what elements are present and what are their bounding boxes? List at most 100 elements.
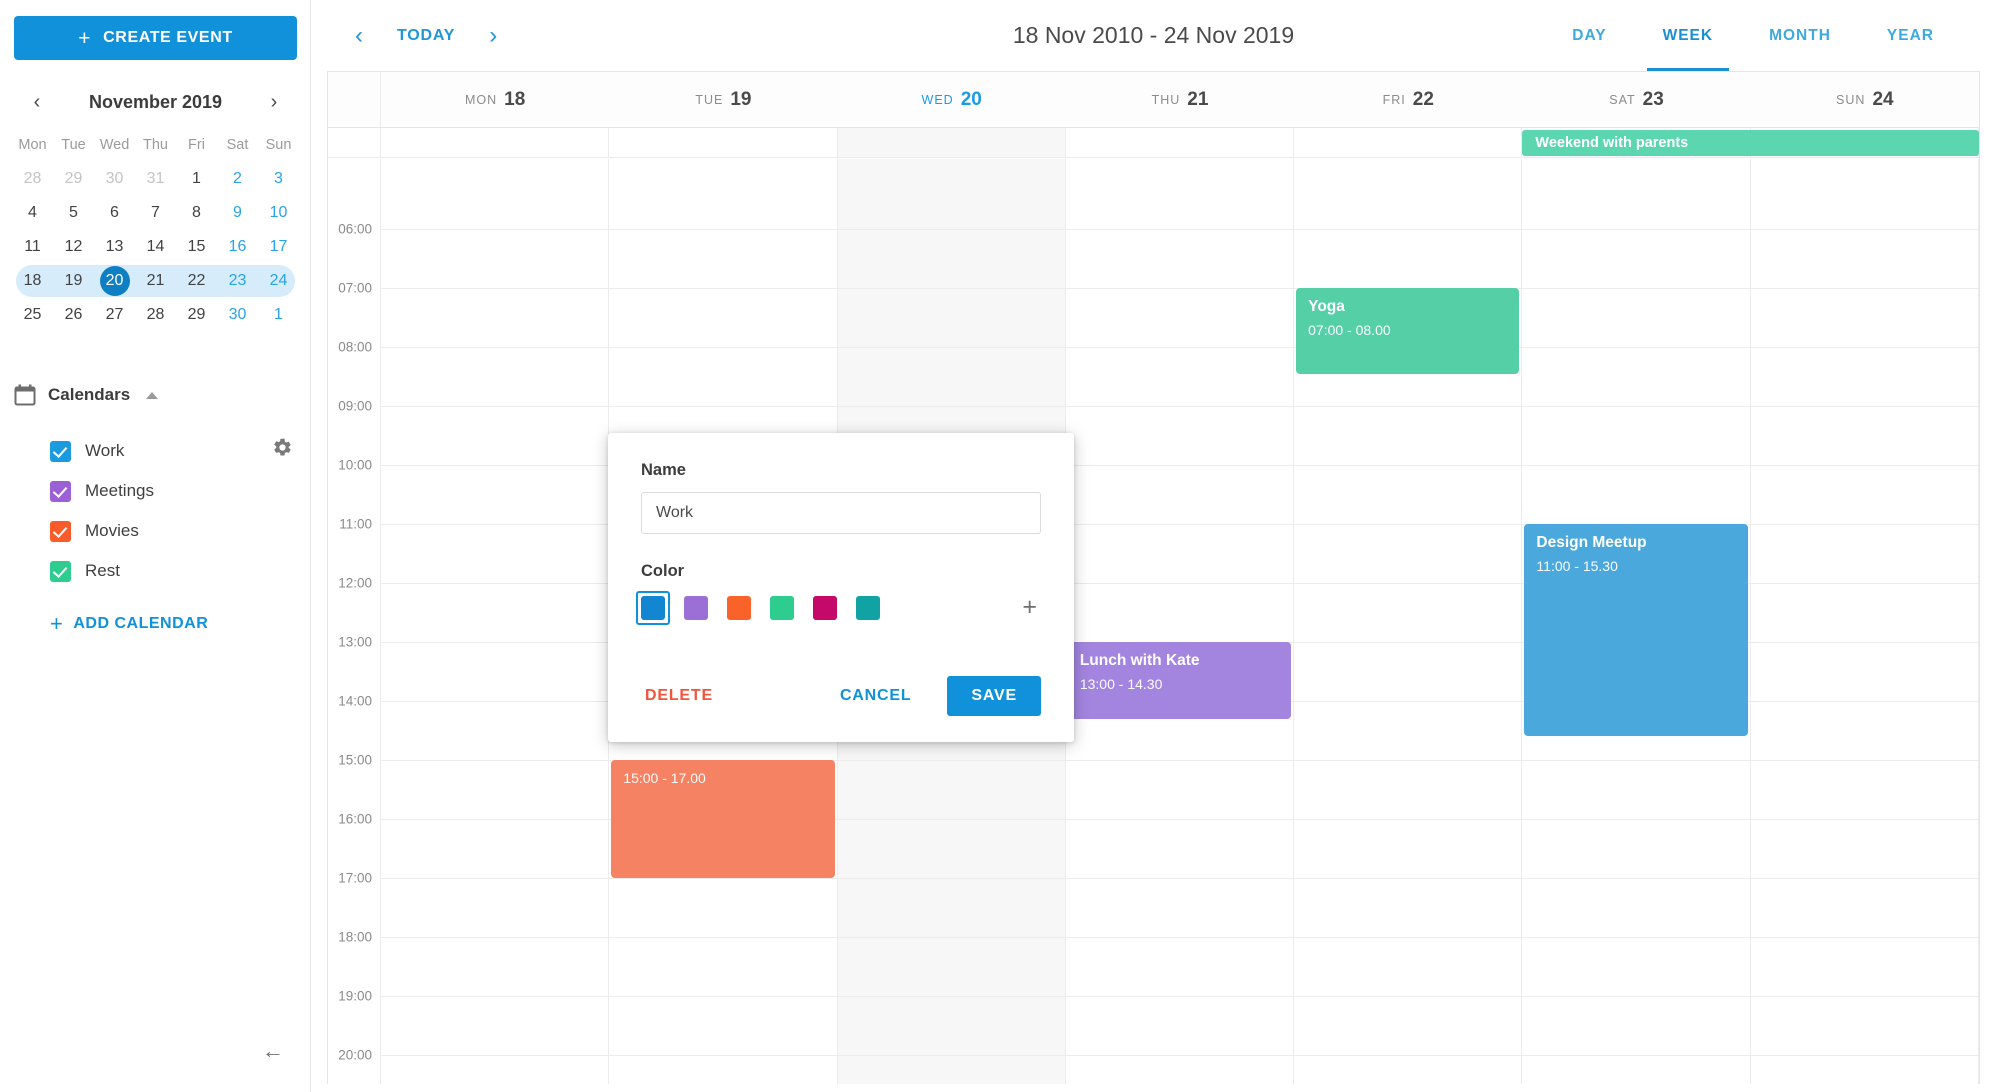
mini-calendar-day[interactable]: 5 [53, 204, 94, 222]
day-of-week-label: TUE [695, 92, 724, 107]
color-swatch-row: + [636, 590, 1041, 625]
mini-calendar-day[interactable]: 3 [258, 170, 299, 188]
mini-calendar-day[interactable]: 15 [176, 238, 217, 256]
mini-calendar-day[interactable]: 27 [94, 306, 135, 324]
gear-icon[interactable] [272, 437, 293, 458]
day-header-tue[interactable]: TUE 19 [609, 72, 837, 127]
color-swatch-0[interactable] [636, 590, 670, 625]
today-button[interactable]: TODAY [383, 27, 469, 45]
day-header-sat[interactable]: SAT 23 [1522, 72, 1750, 127]
mini-calendar-day[interactable]: 29 [53, 170, 94, 188]
mini-calendar-day[interactable]: 21 [135, 272, 176, 290]
checkbox-checked-icon[interactable] [50, 440, 71, 462]
day-header-wed[interactable]: WED 20 [838, 72, 1066, 127]
add-calendar-button[interactable]: + ADD CALENDAR [0, 605, 311, 643]
mini-calendar-day[interactable]: 29 [176, 306, 217, 324]
mini-calendar-day[interactable]: 11 [12, 238, 53, 256]
mini-calendar-day[interactable]: 16 [217, 238, 258, 256]
time-grid-scroller[interactable]: 06:00 07:00 08:00 09:00 10:00 11:00 12:00 13:00… [328, 159, 1979, 1084]
mini-calendar-day[interactable]: 8 [176, 204, 217, 222]
all-day-event[interactable]: Weekend with parents [1522, 130, 1979, 156]
mini-calendar-day[interactable]: 14 [135, 238, 176, 256]
mini-calendar-day[interactable]: 30 [94, 170, 135, 188]
mini-calendar-day[interactable]: 10 [258, 204, 299, 222]
event-time: 07:00 - 08.00 [1308, 321, 1391, 338]
all-day-cell[interactable] [1066, 128, 1295, 157]
color-swatch-3[interactable] [770, 595, 794, 620]
day-header-sun[interactable]: SUN 24 [1751, 72, 1979, 127]
tab-day[interactable]: DAY [1544, 0, 1634, 71]
day-header-thu[interactable]: THU 21 [1066, 72, 1294, 127]
color-swatch-2[interactable] [727, 595, 751, 620]
delete-button[interactable]: DELETE [641, 677, 717, 715]
mini-calendar-day[interactable]: 7 [135, 204, 176, 222]
cancel-button[interactable]: CANCEL [836, 677, 915, 715]
day-header-mon[interactable]: MON 18 [381, 72, 609, 127]
all-day-cell[interactable] [837, 128, 1066, 157]
mini-calendar-day[interactable]: 2 [217, 170, 258, 188]
day-column-sun[interactable] [1750, 159, 1979, 1084]
mini-calendar-day[interactable]: 1 [176, 170, 217, 188]
color-swatch-1[interactable] [684, 595, 708, 620]
calendar-event[interactable]: 15:00 - 17.00 [611, 760, 835, 878]
calendar-event[interactable]: Lunch with Kate 13:00 - 14.30 [1067, 642, 1292, 719]
time-gutter: 06:00 07:00 08:00 09:00 10:00 11:00 12:00 13:00… [328, 159, 381, 1084]
all-day-cell[interactable] [609, 128, 838, 157]
add-color-button[interactable]: + [1022, 595, 1041, 620]
mini-calendar-day[interactable]: 24 [258, 272, 299, 290]
chevron-up-icon[interactable] [146, 391, 159, 399]
mini-calendar-day[interactable]: 19 [53, 272, 94, 290]
hour-gridline [1750, 347, 1978, 348]
checkbox-checked-icon[interactable] [50, 520, 71, 542]
checkbox-checked-icon[interactable] [50, 480, 71, 502]
collapse-sidebar-icon[interactable]: ← [262, 1038, 284, 1064]
calendar-list-item-meetings[interactable]: Meetings [50, 471, 311, 511]
next-week-icon[interactable]: › [473, 16, 513, 56]
name-input[interactable] [641, 492, 1041, 534]
hour-gridline [837, 760, 1065, 761]
mini-calendar-day[interactable]: 17 [258, 238, 299, 256]
hour-gridline [1522, 406, 1750, 407]
tab-year[interactable]: YEAR [1859, 0, 1962, 71]
mini-calendar-day[interactable]: 23 [217, 272, 258, 290]
mini-calendar-day[interactable]: 22 [176, 272, 217, 290]
day-column-mon[interactable] [381, 159, 610, 1084]
calendar-list-item-movies[interactable]: Movies [50, 511, 311, 551]
mini-calendar-day[interactable]: 6 [94, 204, 135, 222]
calendars-header[interactable]: Calendars [0, 375, 311, 415]
day-column-fri[interactable]: Yoga 07:00 - 08.00 [1294, 159, 1523, 1084]
mini-calendar-day[interactable]: 9 [217, 204, 258, 222]
mini-calendar-day[interactable]: 12 [53, 238, 94, 256]
mini-calendar-day[interactable]: 13 [94, 238, 135, 256]
day-column-thu[interactable]: Lunch with Kate 13:00 - 14.30 [1065, 159, 1295, 1084]
prev-week-icon[interactable]: ‹ [339, 16, 379, 56]
mini-calendar-day[interactable]: 20 [94, 266, 135, 296]
mini-calendar-prev-icon[interactable]: ‹ [22, 87, 52, 117]
calendar-list-item-rest[interactable]: Rest [50, 551, 311, 591]
tab-month[interactable]: MONTH [1741, 0, 1859, 71]
day-header-fri[interactable]: FRI 22 [1294, 72, 1522, 127]
all-day-cell[interactable] [1294, 128, 1523, 157]
mini-calendar-day[interactable]: 18 [12, 272, 53, 290]
all-day-cell[interactable] [381, 128, 610, 157]
calendar-event[interactable]: Yoga 07:00 - 08.00 [1296, 288, 1520, 374]
create-event-button[interactable]: + CREATE EVENT [14, 16, 297, 60]
mini-calendar-day[interactable]: 1 [258, 306, 299, 324]
color-swatch-4[interactable] [813, 595, 837, 620]
mini-calendar-day[interactable]: 31 [135, 170, 176, 188]
mini-calendar-day[interactable]: 25 [12, 306, 53, 324]
mini-calendar-day[interactable]: 30 [217, 306, 258, 324]
mini-calendar-day-label: 20 [99, 266, 130, 296]
checkbox-checked-icon[interactable] [50, 560, 71, 582]
color-swatch-5[interactable] [856, 595, 880, 620]
mini-calendar-day[interactable]: 4 [12, 204, 53, 222]
hour-gridline [837, 819, 1065, 820]
calendar-event[interactable]: Design Meetup 11:00 - 15.30 [1524, 524, 1748, 737]
mini-calendar-day[interactable]: 28 [12, 170, 53, 188]
day-column-sat[interactable]: Design Meetup 11:00 - 15.30 [1522, 159, 1751, 1084]
save-button[interactable]: SAVE [947, 676, 1041, 716]
tab-week[interactable]: WEEK [1635, 0, 1742, 71]
mini-calendar-next-icon[interactable]: › [259, 87, 289, 117]
mini-calendar-day[interactable]: 28 [135, 306, 176, 324]
mini-calendar-day[interactable]: 26 [53, 306, 94, 324]
